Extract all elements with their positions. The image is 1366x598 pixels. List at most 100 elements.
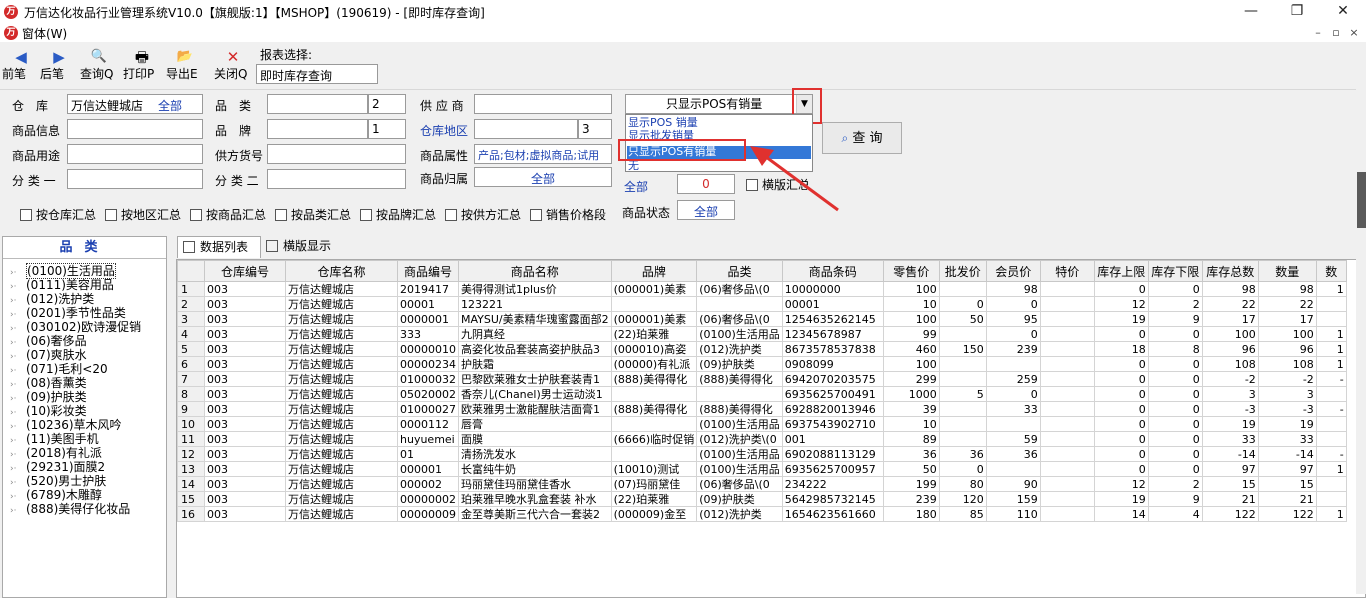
vertical-scrollbar[interactable] bbox=[1356, 44, 1366, 594]
column-header[interactable]: 仓库名称 bbox=[285, 260, 398, 282]
table-row[interactable]: 15 003 万信达鲤城店 00000002 珀莱雅早晚水乳盒套装 补水 (22)珀莱雅(… bbox=[177, 491, 1347, 507]
all-link[interactable]: 全部 bbox=[624, 178, 648, 195]
summary-check-brand[interactable]: 按品牌汇总 bbox=[360, 206, 436, 223]
tree-item[interactable]: ›· (888)美得仔化妆品 bbox=[10, 502, 130, 518]
column-header[interactable] bbox=[177, 260, 205, 282]
table-cell: 000001 bbox=[397, 461, 459, 477]
column-header[interactable]: 特价 bbox=[1039, 260, 1095, 282]
column-header[interactable]: 品类 bbox=[696, 260, 783, 282]
table-row[interactable]: 16 003 万信达鲤城店 00000009 金至尊美斯三代六合一套装2 (000009)… bbox=[177, 506, 1347, 522]
table-row[interactable]: 6 003 万信达鲤城店 00000234 护肤霜 (00000)有礼派 (09)护肤类 09… bbox=[177, 356, 1347, 372]
product-use-input[interactable] bbox=[67, 144, 203, 164]
inventory-grid[interactable]: 仓库编号 仓库名称 商品编号 商品名称 品牌 品类 商品条码 零售价 批发价 会员价 特价 库存上限库… bbox=[176, 259, 1366, 598]
dropdown-option-none[interactable]: 无 bbox=[628, 160, 639, 172]
restore-button[interactable]: ❐ bbox=[1274, 0, 1320, 24]
warehouse-area-label[interactable]: 仓库地区 bbox=[420, 122, 468, 139]
table-row[interactable]: 13 003 万信达鲤城店 000001 长富纯牛奶 (10010)测试 (0100)生活用… bbox=[177, 461, 1347, 477]
query-submit-button[interactable]: ⌕ 查 询 bbox=[822, 122, 902, 154]
mdi-close-button[interactable]: × bbox=[1346, 26, 1362, 40]
table-cell: 长富纯牛奶 bbox=[458, 461, 612, 477]
printer-icon: 🖶 bbox=[134, 48, 150, 66]
app-logo-icon: 万 bbox=[4, 5, 18, 19]
export-button[interactable]: 📂 导出E bbox=[166, 47, 204, 87]
table-cell: 22 bbox=[1257, 296, 1317, 312]
summary-check-price-range[interactable]: 销售价格段 bbox=[530, 206, 606, 223]
table-row[interactable]: 12 003 万信达鲤城店 01 清扬洗发水 (0100)生活用品 690208811312… bbox=[177, 446, 1347, 462]
product-attr-label: 商品属性 bbox=[420, 149, 469, 163]
column-header[interactable]: 品牌 bbox=[610, 260, 698, 282]
table-row[interactable]: 1 003 万信达鲤城店 2019417 美得得测试1plus价 (000001)美素 (0… bbox=[177, 281, 1347, 297]
table-row[interactable]: 3 003 万信达鲤城店 0000001 MAYSU/美素精华瑰蜜露面部2 (000001… bbox=[177, 311, 1347, 327]
report-select-field[interactable]: 即时库存查询 bbox=[256, 64, 378, 84]
print-button[interactable]: 🖶 打印P bbox=[123, 47, 161, 87]
table-cell bbox=[1315, 491, 1347, 507]
mdi-minimize-button[interactable]: – bbox=[1310, 26, 1326, 40]
column-header[interactable]: 会员价 bbox=[985, 260, 1041, 282]
scrollbar-thumb[interactable] bbox=[1357, 172, 1366, 228]
expand-icon[interactable]: ›· bbox=[10, 504, 26, 518]
table-cell: 19 bbox=[1093, 491, 1149, 507]
pos-sales-combo[interactable]: 只显示POS有销量 bbox=[625, 94, 813, 114]
summary-check-category[interactable]: 按品类汇总 bbox=[275, 206, 351, 223]
table-cell bbox=[938, 281, 987, 297]
zero-value-input[interactable]: 0 bbox=[677, 174, 735, 194]
summary-check-product[interactable]: 按商品汇总 bbox=[190, 206, 266, 223]
table-cell: 万信达鲤城店 bbox=[285, 431, 398, 447]
table-cell: 0 bbox=[1093, 416, 1149, 432]
close-button[interactable]: ✕ 关闭Q bbox=[214, 47, 252, 87]
product-status-input[interactable]: 全部 bbox=[677, 200, 735, 220]
table-row[interactable]: 5 003 万信达鲤城店 00000010 高姿化妆品套装高姿护肤品3 (000010)高… bbox=[177, 341, 1347, 357]
column-header[interactable]: 库存下限 bbox=[1147, 260, 1203, 282]
column-header[interactable]: 数量 bbox=[1257, 260, 1317, 282]
class1-input[interactable] bbox=[67, 169, 203, 189]
class2-input[interactable] bbox=[267, 169, 406, 189]
column-header[interactable]: 库存总数 bbox=[1201, 260, 1259, 282]
product-info-input[interactable] bbox=[67, 119, 203, 139]
column-header[interactable]: 商品名称 bbox=[458, 260, 612, 282]
table-row[interactable]: 11 003 万信达鲤城店 huyuemei 面膜 (6666)临时促销 (012)洗护类\… bbox=[177, 431, 1347, 447]
table-row[interactable]: 4 003 万信达鲤城店 333 九阴真经 (22)珀莱雅 (0100)生活用品 123456… bbox=[177, 326, 1347, 342]
supplier-input[interactable] bbox=[474, 94, 612, 114]
table-cell: 003 bbox=[204, 296, 286, 312]
query-button[interactable]: 🔍 查询Q bbox=[80, 47, 118, 87]
warehouse-all-link[interactable]: 全部 bbox=[158, 97, 182, 113]
table-row[interactable]: 8 003 万信达鲤城店 05020002 香奈儿(Chanel)男士运动淡1 69356… bbox=[177, 386, 1347, 402]
next-record-button[interactable]: ▶ 后笔 bbox=[40, 47, 78, 87]
summary-check-area[interactable]: 按地区汇总 bbox=[105, 206, 181, 223]
table-row[interactable]: 7 003 万信达鲤城店 01000032 巴黎欧莱雅女士护肤套装青1 (888)美得得化… bbox=[177, 371, 1347, 387]
table-cell: 1 bbox=[1315, 506, 1347, 522]
menu-window[interactable]: 窗体(W) bbox=[22, 25, 67, 42]
warehouse-area-input[interactable] bbox=[474, 119, 578, 139]
tab-data-list[interactable]: 数据列表 bbox=[177, 236, 261, 258]
column-header[interactable]: 库存上限 bbox=[1093, 260, 1149, 282]
supplier-code-input[interactable] bbox=[267, 144, 406, 164]
table-row[interactable]: 10 003 万信达鲤城店 0000112 唇膏 (0100)生活用品 6937543902… bbox=[177, 416, 1347, 432]
product-owner-input[interactable]: 全部 bbox=[474, 167, 612, 187]
table-row[interactable]: 9 003 万信达鲤城店 01000027 欧莱雅男士激能醒肤洁面膏1 (888)美得得化… bbox=[177, 401, 1347, 417]
summary-check-warehouse[interactable]: 按仓库汇总 bbox=[20, 206, 96, 223]
column-header[interactable]: 仓库编号 bbox=[204, 260, 286, 282]
category-label: 品 类 bbox=[215, 99, 252, 113]
product-attr-input[interactable]: 产品;包材;虚拟商品;试用 bbox=[474, 144, 612, 164]
close-window-button[interactable]: ✕ bbox=[1320, 0, 1366, 24]
prev-record-button[interactable]: ◀ 前笔 bbox=[2, 47, 40, 87]
column-header[interactable]: 商品条码 bbox=[781, 260, 884, 282]
column-header[interactable]: 数 bbox=[1315, 260, 1347, 282]
table-cell: 259 bbox=[985, 371, 1041, 387]
minimize-button[interactable]: — bbox=[1228, 0, 1274, 24]
column-header[interactable]: 零售价 bbox=[882, 260, 940, 282]
column-header[interactable]: 商品编号 bbox=[397, 260, 459, 282]
table-row[interactable]: 14 003 万信达鲤城店 000002 玛丽黛佳玛丽黛佳香水 (07)玛丽黛佳 (06)奢… bbox=[177, 476, 1347, 492]
row-number: 1 bbox=[177, 281, 205, 297]
tab-horizontal-view[interactable]: 横版显示 bbox=[261, 236, 341, 258]
table-cell: 0 bbox=[1147, 446, 1203, 462]
warehouse-input[interactable]: 万信达鲤城店 全部 bbox=[67, 94, 203, 114]
column-header[interactable]: 批发价 bbox=[938, 260, 987, 282]
dropdown-option-pos-sales[interactable]: 显示POS 销量 bbox=[628, 117, 698, 129]
summary-check-supplier[interactable]: 按供方汇总 bbox=[445, 206, 521, 223]
mdi-restore-button[interactable]: ▫ bbox=[1328, 26, 1344, 40]
brand-input[interactable] bbox=[267, 119, 368, 139]
category-input[interactable] bbox=[267, 94, 368, 114]
table-cell: 1654623561660 bbox=[781, 506, 884, 522]
table-row[interactable]: 2 003 万信达鲤城店 00001 123221 00001 10 0 0 12 2 22 22 bbox=[177, 296, 1347, 312]
